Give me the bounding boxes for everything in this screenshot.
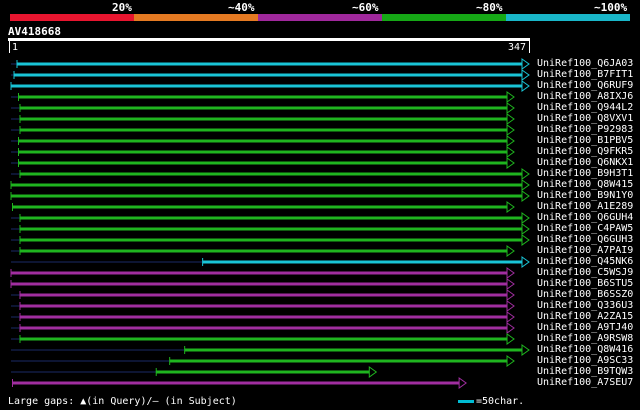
- hit-arrow: [521, 212, 530, 224]
- hit-label[interactable]: UniRef100_A1E289: [537, 201, 633, 212]
- hit-label[interactable]: UniRef100_A7SEU7: [537, 377, 633, 388]
- hit-arrow: [521, 179, 530, 191]
- hit-label[interactable]: UniRef100_Q6RUF9: [537, 80, 633, 91]
- hit-arrow: [521, 80, 530, 92]
- hit-label[interactable]: UniRef100_B7FIT1: [537, 69, 633, 80]
- hit-label[interactable]: UniRef100_B9TQW3: [537, 366, 633, 377]
- hit-arrow: [506, 300, 515, 312]
- hit-arrow: [506, 278, 515, 290]
- hit-arrow: [506, 322, 515, 334]
- large-gaps-legend: Large gaps: ▲(in Query)/– (in Subject): [8, 396, 237, 407]
- hit-arrow: [458, 377, 467, 389]
- hit-arrow: [506, 157, 515, 169]
- hit-arrow: [506, 311, 515, 323]
- hit-label[interactable]: UniRef100_A9SC33: [537, 355, 633, 366]
- hit-arrow: [506, 355, 515, 367]
- hit-label[interactable]: UniRef100_B9N1Y0: [537, 190, 633, 201]
- hit-label[interactable]: UniRef100_Q9FKR5: [537, 146, 633, 157]
- hit-arrow: [521, 190, 530, 202]
- hit-label[interactable]: UniRef100_Q8VXV1: [537, 113, 633, 124]
- hit-label[interactable]: UniRef100_P92983: [537, 124, 633, 135]
- hit-label[interactable]: UniRef100_Q8W415: [537, 179, 633, 190]
- hit-arrow: [506, 102, 515, 114]
- hit-arrow: [506, 124, 515, 136]
- hit-arrow: [368, 366, 378, 378]
- hit-arrow: [521, 223, 530, 235]
- hit-label[interactable]: UniRef100_B6STU5: [537, 278, 633, 289]
- scale-label: =50char.: [476, 396, 525, 407]
- hit-label[interactable]: UniRef100_A8IXJ6: [537, 91, 633, 102]
- hit-label[interactable]: UniRef100_Q336U3: [537, 300, 633, 311]
- hit-label[interactable]: UniRef100_A9RSW8: [537, 333, 633, 344]
- hit-label[interactable]: UniRef100_Q6JA03: [537, 58, 633, 69]
- hit-arrow: [506, 201, 515, 213]
- hit-arrow: [521, 344, 530, 356]
- hit-label[interactable]: UniRef100_B9H3T1: [537, 168, 633, 179]
- hit-arrow: [521, 256, 530, 268]
- hit-label[interactable]: UniRef100_A2ZA15: [537, 311, 633, 322]
- hit-label[interactable]: UniRef100_Q45NK6: [537, 256, 633, 267]
- hit-label[interactable]: UniRef100_B6SSZ0: [537, 289, 633, 300]
- hit-label[interactable]: UniRef100_C4PAW5: [537, 223, 633, 234]
- hit-arrow: [521, 234, 530, 246]
- hit-arrow: [506, 245, 515, 257]
- hit-label[interactable]: UniRef100_Q6GUH3: [537, 234, 633, 245]
- hit-label[interactable]: UniRef100_Q6NKX1: [537, 157, 633, 168]
- hit-label[interactable]: UniRef100_Q944L2: [537, 102, 633, 113]
- hit-arrow: [521, 69, 530, 81]
- hit-arrow: [506, 135, 515, 147]
- hit-arrow: [506, 113, 515, 125]
- scale-bar: [458, 400, 474, 403]
- hit-arrow: [506, 91, 515, 103]
- hit-label[interactable]: UniRef100_B1PBV5: [537, 135, 633, 146]
- hit-arrow: [521, 168, 530, 180]
- hit-label[interactable]: UniRef100_Q6GUH4: [537, 212, 633, 223]
- hit-arrow: [506, 333, 515, 345]
- hit-arrow: [521, 58, 530, 70]
- hit-label[interactable]: UniRef100_C5WSJ9: [537, 267, 633, 278]
- hit-arrow: [506, 146, 515, 158]
- hit-label[interactable]: UniRef100_A7PAI9: [537, 245, 633, 256]
- hit-arrow: [506, 267, 515, 279]
- hit-arrow: [506, 289, 515, 301]
- hit-label[interactable]: UniRef100_A9TJ40: [537, 322, 633, 333]
- hit-label[interactable]: UniRef100_Q8W416: [537, 344, 633, 355]
